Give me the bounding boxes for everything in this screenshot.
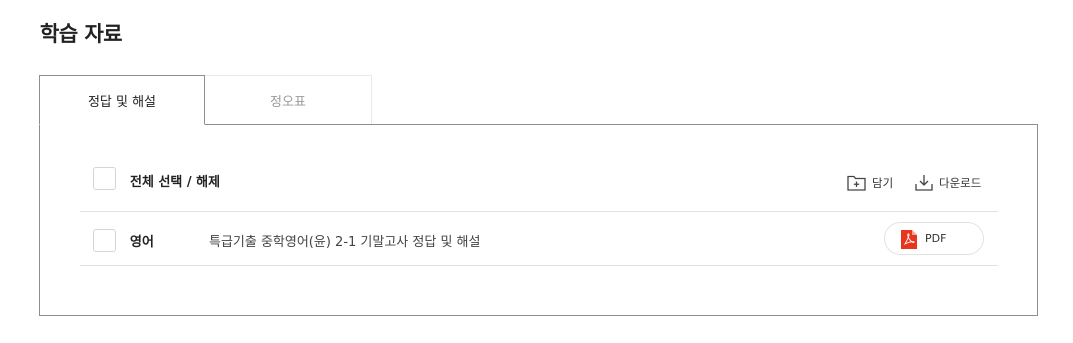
item-checkbox[interactable] <box>93 229 116 252</box>
select-all-checkbox[interactable] <box>93 167 116 190</box>
download-icon <box>915 175 933 191</box>
pdf-icon <box>901 230 917 249</box>
tab-answers[interactable]: 정답 및 해설 <box>39 75 205 125</box>
tab-errata[interactable]: 정오표 <box>205 75 372 124</box>
save-button[interactable]: 담기 <box>847 174 893 191</box>
materials-panel: 전체 선택 / 해제 담기 다운로드 영어 특급기출 중학영어(윤) 2-1 기… <box>39 124 1038 316</box>
select-all-label[interactable]: 전체 선택 / 해제 <box>130 171 220 190</box>
file-type-label: PDF <box>925 232 947 245</box>
download-label: 다운로드 <box>939 175 982 190</box>
download-button[interactable]: 다운로드 <box>915 174 981 191</box>
list-item: 영어 특급기출 중학영어(윤) 2-1 기말고사 정답 및 해설 PDF <box>80 212 998 266</box>
item-title: 특급기출 중학영어(윤) 2-1 기말고사 정답 및 해설 <box>209 235 481 250</box>
save-label: 담기 <box>872 175 894 190</box>
folder-add-icon <box>847 175 866 191</box>
list-header: 전체 선택 / 해제 담기 다운로드 <box>80 155 998 212</box>
tab-bar: 정답 및 해설 정오표 <box>39 75 372 125</box>
page-title: 학습 자료 <box>40 22 123 46</box>
pdf-download-button[interactable]: PDF <box>884 222 984 255</box>
item-language: 영어 <box>130 235 154 250</box>
